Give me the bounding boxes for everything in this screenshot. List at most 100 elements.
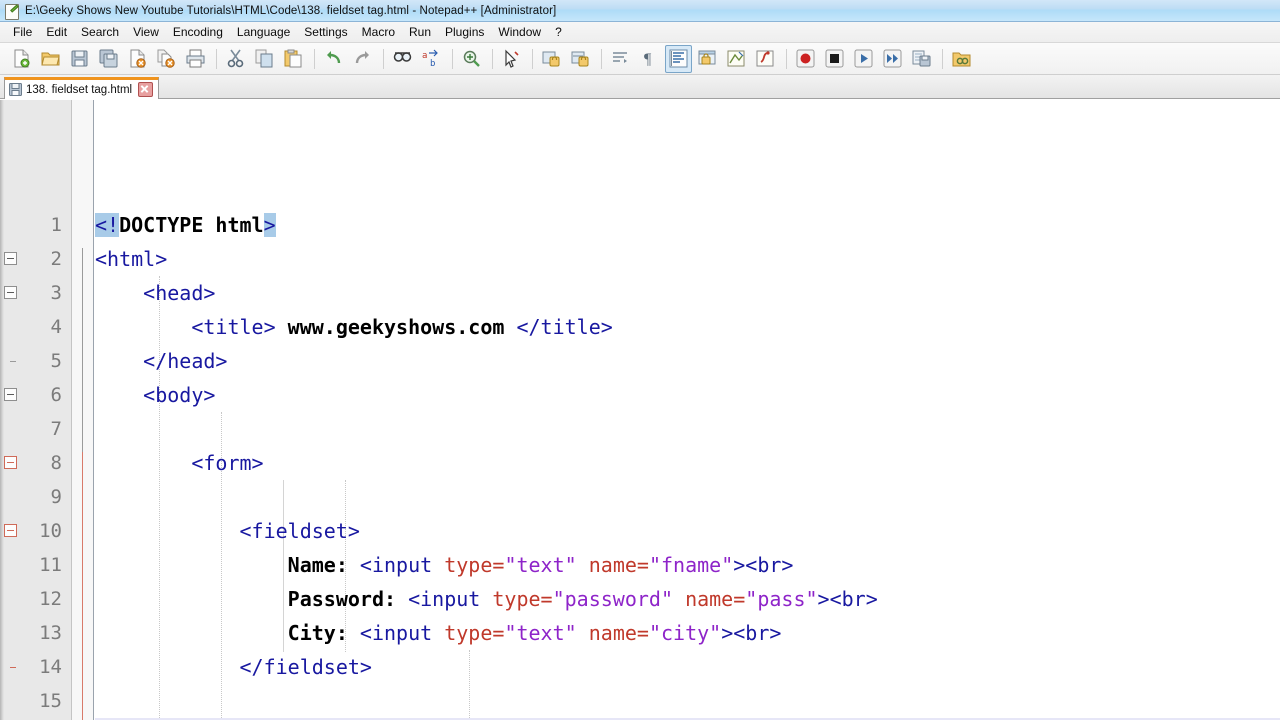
fold-end-tick (10, 361, 16, 362)
run-macro-multiple-times-icon[interactable] (879, 45, 906, 73)
toolbar: ab ¶ (0, 43, 1280, 75)
toolbar-separator (601, 48, 602, 69)
code-line-row[interactable]: 9 (0, 480, 1280, 514)
print-icon[interactable] (182, 45, 209, 73)
user-defined-dialog-icon[interactable] (694, 45, 721, 73)
line-content: <head> (143, 281, 216, 305)
menu-item-help[interactable]: ? (548, 23, 569, 41)
document-map-icon[interactable] (723, 45, 750, 73)
word-wrap-icon[interactable] (607, 45, 634, 73)
fold-toggle[interactable] (4, 524, 17, 537)
menu-item-window[interactable]: Window (491, 23, 548, 41)
sync-vertical-scroll-icon[interactable] (538, 45, 565, 73)
menu-item-search[interactable]: Search (74, 23, 126, 41)
toolbar-separator (452, 48, 453, 69)
line-content: City: <input type="text" name="city"><br… (287, 621, 782, 645)
toolbar-separator (786, 48, 787, 69)
line-content: Name: <input type="text" name="fname"><b… (287, 553, 794, 577)
line-content: <html> (95, 247, 168, 271)
tab-bar: 138. fieldset tag.html (0, 75, 1280, 99)
show-all-characters-icon[interactable]: ¶ (636, 45, 663, 73)
save-current-macro-icon[interactable] (908, 45, 935, 73)
sync-horizontal-scroll-icon[interactable] (567, 45, 594, 73)
save-all-icon[interactable] (95, 45, 122, 73)
menu-item-run[interactable]: Run (402, 23, 438, 41)
stop-recording-macro-icon[interactable] (821, 45, 848, 73)
code-line-row[interactable]: 14 </fieldset> (0, 650, 1280, 684)
close-file-icon[interactable] (124, 45, 151, 73)
select-cursor-icon[interactable] (498, 45, 525, 73)
line-content: Password: <input type="password" name="p… (287, 587, 878, 611)
code-line-row[interactable]: 15 (0, 684, 1280, 718)
saved-document-icon (9, 83, 22, 96)
folder-as-workspace-icon[interactable] (948, 45, 975, 73)
line-number: 7 (50, 418, 62, 440)
menu-item-encoding[interactable]: Encoding (166, 23, 230, 41)
code-line-row[interactable]: 11 Name: <input type="text" name="fname"… (0, 548, 1280, 582)
line-number: 11 (39, 554, 62, 576)
paste-icon[interactable] (280, 45, 307, 73)
code-editor[interactable]: 1 <!DOCTYPE html> 2 <html> 3 <head> 4 <t… (0, 99, 1280, 720)
redo-icon[interactable] (349, 45, 376, 73)
fold-toggle[interactable] (4, 388, 17, 401)
play-macro-icon[interactable] (850, 45, 877, 73)
menu-item-macro[interactable]: Macro (355, 23, 402, 41)
tab-138-fieldset-tag-html[interactable]: 138. fieldset tag.html (4, 77, 160, 99)
code-line-row[interactable]: 10 <fieldset> (0, 514, 1280, 548)
replace-icon[interactable]: ab (418, 45, 445, 73)
record-macro-icon[interactable] (792, 45, 819, 73)
line-content: <fieldset> (239, 519, 360, 543)
code-line-row[interactable]: 13 City: <input type="text" name="city">… (0, 616, 1280, 650)
close-icon[interactable] (138, 82, 154, 97)
zoom-in-icon[interactable] (458, 45, 485, 73)
line-content: </fieldset> (239, 655, 372, 679)
code-line-row[interactable]: 4 <title> www.geekyshows.com </title> (0, 310, 1280, 344)
copy-icon[interactable] (251, 45, 278, 73)
new-file-icon[interactable] (8, 45, 35, 73)
save-icon[interactable] (66, 45, 93, 73)
cut-icon[interactable] (222, 45, 249, 73)
menu-item-language[interactable]: Language (230, 23, 297, 41)
line-content: <title> www.geekyshows.com </title> (191, 315, 613, 339)
fold-end-tick (10, 667, 16, 668)
code-line-row[interactable]: 5 </head> (0, 344, 1280, 378)
line-number: 15 (39, 690, 62, 712)
line-number: 1 (50, 214, 62, 236)
fold-toggle[interactable] (4, 252, 17, 265)
code-line-row[interactable]: 3 <head> (0, 276, 1280, 310)
toolbar-separator (216, 48, 217, 69)
line-content: <form> (191, 451, 264, 475)
line-number: 12 (39, 588, 62, 610)
code-line-row[interactable]: 12 Password: <input type="password" name… (0, 582, 1280, 616)
code-line-row[interactable]: 8 <form> (0, 446, 1280, 480)
code-line-row[interactable]: 2 <html> (0, 242, 1280, 276)
code-line-row[interactable]: 7 (0, 412, 1280, 446)
svg-text:b: b (430, 59, 435, 68)
close-all-files-icon[interactable] (153, 45, 180, 73)
tab-label: 138. fieldset tag.html (26, 83, 133, 96)
find-icon[interactable] (389, 45, 416, 73)
line-number: 9 (50, 486, 62, 508)
menu-item-file[interactable]: File (6, 23, 39, 41)
fold-toggle[interactable] (4, 456, 17, 469)
menu-item-settings[interactable]: Settings (297, 23, 354, 41)
window-title: E:\Geeky Shows New Youtube Tutorials\HTM… (25, 4, 557, 17)
toolbar-separator (492, 48, 493, 69)
code-line-row[interactable]: 1 <!DOCTYPE html> (0, 208, 1280, 242)
toolbar-separator (532, 48, 533, 69)
menu-item-edit[interactable]: Edit (39, 23, 74, 41)
line-content: <body> (143, 383, 216, 407)
function-list-icon[interactable] (752, 45, 779, 73)
toolbar-separator (942, 48, 943, 69)
menu-item-view[interactable]: View (126, 23, 166, 41)
line-content: <!DOCTYPE html> (95, 213, 276, 237)
line-number: 4 (50, 316, 62, 338)
menu-item-plugins[interactable]: Plugins (438, 23, 491, 41)
code-line-row[interactable]: 6 <body> (0, 378, 1280, 412)
notepad-plus-plus-icon (4, 3, 20, 20)
line-content: </head> (143, 349, 228, 373)
indent-guide-icon[interactable] (665, 44, 692, 73)
fold-toggle[interactable] (4, 286, 17, 299)
undo-icon[interactable] (320, 45, 347, 73)
open-file-icon[interactable] (37, 45, 64, 73)
